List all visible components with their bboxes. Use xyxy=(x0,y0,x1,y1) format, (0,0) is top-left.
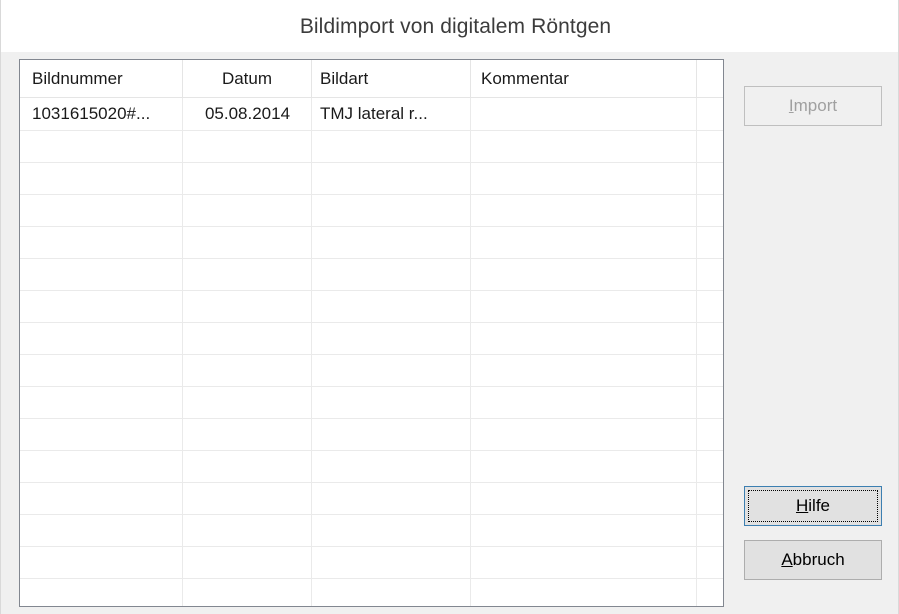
list-header: Bildnummer Datum Bildart Kommentar xyxy=(20,60,723,98)
image-list[interactable]: Bildnummer Datum Bildart Kommentar 10316… xyxy=(19,59,724,607)
row-divider xyxy=(20,258,723,259)
row-divider xyxy=(20,514,723,515)
row-divider xyxy=(20,354,723,355)
row-divider xyxy=(20,546,723,547)
cell-bildnummer: 1031615020#... xyxy=(32,104,151,123)
list-grid xyxy=(20,60,723,606)
cell-bildart: TMJ lateral r... xyxy=(320,104,428,123)
row-divider xyxy=(20,322,723,323)
row-divider xyxy=(20,386,723,387)
row-divider xyxy=(20,290,723,291)
window-title: Bildimport von digitalem Röntgen xyxy=(299,15,612,38)
column-divider xyxy=(696,60,697,606)
column-divider xyxy=(470,60,471,606)
column-header-filler xyxy=(697,60,723,98)
cancel-button-label: Abbruch xyxy=(781,550,845,569)
column-header-bildart[interactable]: Bildart xyxy=(312,60,471,98)
row-divider xyxy=(20,482,723,483)
import-button-label: Import xyxy=(788,96,838,115)
import-dialog: Bildimport von digitalem Röntgen Bildnum… xyxy=(0,0,899,614)
column-header-bildnummer[interactable]: Bildnummer xyxy=(20,60,183,98)
column-divider xyxy=(182,60,183,606)
help-button-label: Hilfe xyxy=(795,496,830,515)
help-button[interactable]: Hilfe xyxy=(744,486,882,526)
column-header-kommentar[interactable]: Kommentar xyxy=(471,60,697,98)
cell-kommentar xyxy=(481,98,693,130)
import-button[interactable]: Import xyxy=(744,86,882,126)
row-divider xyxy=(20,450,723,451)
row-divider xyxy=(20,162,723,163)
column-header-datum[interactable]: Datum xyxy=(183,60,312,98)
row-divider xyxy=(20,226,723,227)
cell-datum: 05.08.2014 xyxy=(204,104,291,123)
column-divider xyxy=(311,60,312,606)
row-divider xyxy=(20,578,723,579)
row-divider xyxy=(20,418,723,419)
row-divider xyxy=(20,194,723,195)
row-divider xyxy=(20,130,723,131)
title-bar[interactable]: Bildimport von digitalem Röntgen xyxy=(1,0,898,52)
cancel-button[interactable]: Abbruch xyxy=(744,540,882,580)
